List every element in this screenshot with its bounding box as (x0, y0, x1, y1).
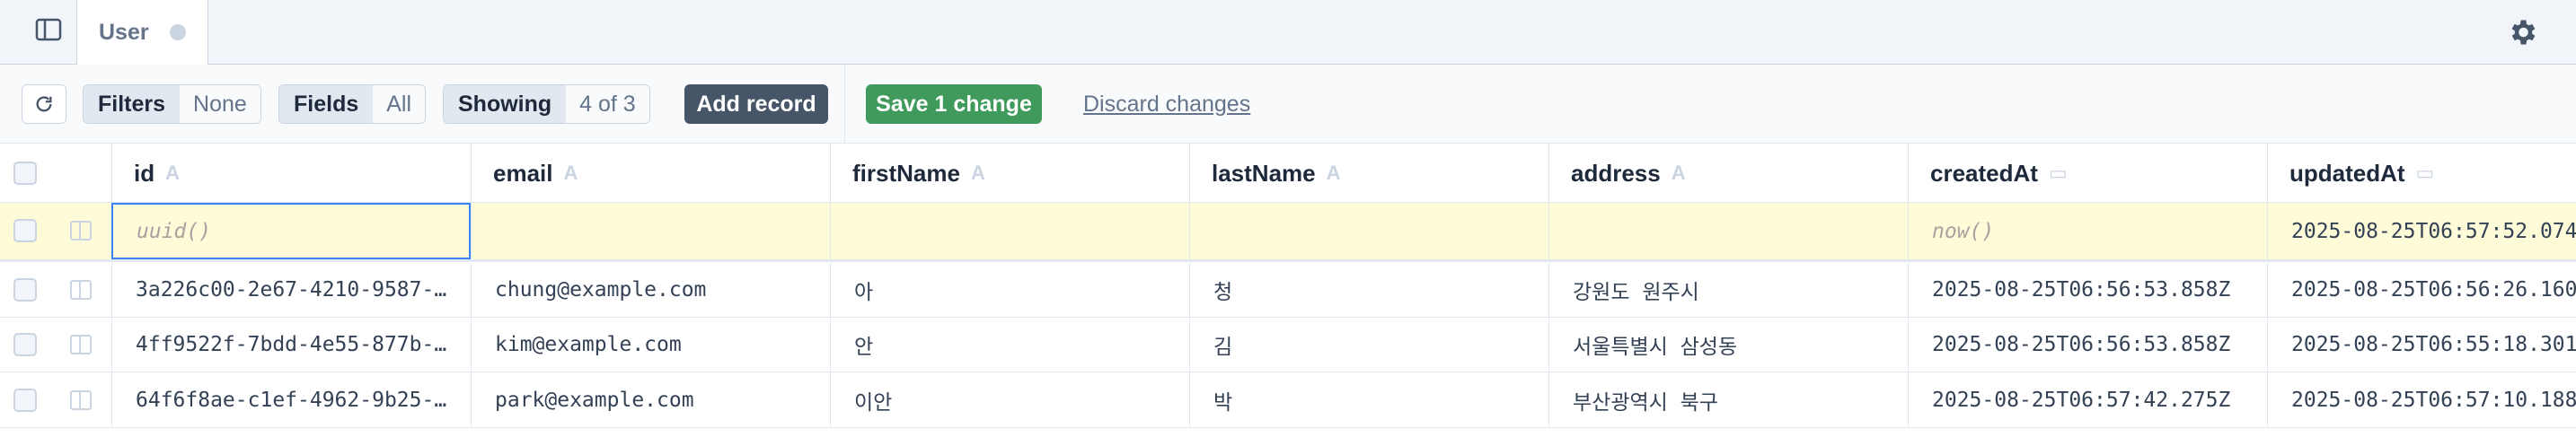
row-checkbox[interactable] (13, 389, 37, 412)
cell-firstname[interactable]: 이안 (830, 372, 1189, 427)
new-record-row: uuid() now() 2025-08-25T06:57:52.074Z (0, 203, 2576, 262)
cell-updatedat[interactable]: 2025-08-25T06:56:26.160Z (2267, 263, 2576, 317)
column-name: firstName (852, 159, 960, 187)
filters-button[interactable]: Filters None (83, 84, 261, 124)
text-type-icon: A (165, 162, 180, 184)
gear-icon[interactable] (2506, 16, 2538, 48)
cell-lastname[interactable] (1189, 203, 1548, 259)
column-name: createdAt (1930, 159, 2038, 187)
expand-row-icon[interactable] (70, 221, 92, 240)
cell-id[interactable]: 4ff9522f-7bdd-4e55-877b-… (111, 318, 471, 372)
cell-updatedat[interactable]: 2025-08-25T06:57:10.188Z (2267, 372, 2576, 427)
column-header-lastname[interactable]: lastName A (1189, 144, 1548, 203)
cell-address[interactable]: 서울특별시 삼성동 (1548, 318, 1908, 372)
cell-id[interactable]: 64f6f8ae-c1ef-4962-9b25-… (111, 372, 471, 427)
cell-firstname[interactable]: 아 (830, 263, 1189, 317)
discard-changes-link[interactable]: Discard changes (1083, 92, 1250, 118)
column-header-id[interactable]: id A (111, 144, 471, 203)
sidebar-toggle-icon[interactable] (32, 16, 65, 43)
toolbar: Filters None Fields All Showing 4 of 3 A… (0, 65, 2576, 144)
grid-header: id A email A firstName A lastName A address A… (0, 144, 2576, 203)
column-name: updatedAt (2289, 159, 2405, 187)
column-header-createdat[interactable]: createdAt ▭ (1908, 144, 2267, 203)
fields-button[interactable]: Fields All (278, 84, 427, 124)
showing-value: 4 of 3 (566, 85, 649, 123)
cell-id[interactable]: 3a226c00-2e67-4210-9587-… (111, 263, 471, 317)
cell-address[interactable]: 강원도 원주시 (1548, 263, 1908, 317)
column-name: address (1571, 159, 1661, 187)
row-checkbox[interactable] (13, 219, 37, 242)
tab-user[interactable]: User (76, 0, 208, 65)
column-header-address[interactable]: address A (1548, 144, 1908, 203)
column-name: lastName (1212, 159, 1316, 187)
column-header-email[interactable]: email A (471, 144, 830, 203)
select-all-checkbox[interactable] (13, 162, 37, 185)
toolbar-divider (844, 65, 845, 144)
fields-label: Fields (279, 85, 374, 123)
column-name: email (493, 159, 553, 187)
cell-createdat[interactable]: 2025-08-25T06:56:53.858Z (1908, 318, 2267, 372)
cell-email[interactable]: park@example.com (471, 372, 830, 427)
save-changes-button[interactable]: Save 1 change (866, 84, 1042, 124)
row-checkbox[interactable] (13, 278, 37, 302)
expand-row-icon[interactable] (70, 280, 92, 300)
cell-lastname[interactable]: 박 (1189, 372, 1548, 427)
filters-value: None (180, 85, 260, 123)
table-row: 4ff9522f-7bdd-4e55-877b-… kim@example.co… (0, 318, 2576, 372)
text-type-icon: A (970, 162, 985, 184)
cell-createdat[interactable]: 2025-08-25T06:57:42.275Z (1908, 372, 2267, 427)
tab-label: User (99, 19, 149, 45)
cell-address[interactable] (1548, 203, 1908, 259)
add-record-button[interactable]: Add record (684, 84, 828, 124)
cell-createdat[interactable]: 2025-08-25T06:56:53.858Z (1908, 263, 2267, 317)
cell-email[interactable] (471, 203, 830, 259)
showing-label: Showing (444, 85, 567, 123)
cell-address[interactable]: 부산광역시 북구 (1548, 372, 1908, 427)
refresh-button[interactable] (22, 84, 66, 124)
cell-updatedat[interactable]: 2025-08-25T06:55:18.301Z (2267, 318, 2576, 372)
cell-email[interactable]: kim@example.com (471, 318, 830, 372)
cell-updatedat[interactable]: 2025-08-25T06:57:52.074Z (2267, 203, 2576, 259)
showing-button[interactable]: Showing 4 of 3 (443, 84, 650, 124)
cell-createdat[interactable]: now() (1908, 203, 2267, 259)
filters-label: Filters (84, 85, 181, 123)
cell-firstname[interactable]: 안 (830, 318, 1189, 372)
table-row: 64f6f8ae-c1ef-4962-9b25-… park@example.c… (0, 372, 2576, 428)
unsaved-dot-icon[interactable] (170, 24, 186, 40)
refresh-icon (36, 96, 52, 112)
datetime-type-icon: ▭ (2415, 162, 2435, 184)
expand-row-icon[interactable] (70, 390, 92, 410)
expand-row-icon[interactable] (70, 335, 92, 354)
fields-value: All (373, 85, 426, 123)
text-type-icon: A (563, 162, 578, 184)
cell-firstname[interactable] (830, 203, 1189, 259)
tab-bar: User (0, 0, 2576, 65)
row-checkbox[interactable] (13, 333, 37, 356)
table-row: 3a226c00-2e67-4210-9587-… chung@example.… (0, 263, 2576, 318)
column-header-updatedat[interactable]: updatedAt ▭ (2267, 144, 2576, 203)
datetime-type-icon: ▭ (2048, 162, 2068, 184)
cell-lastname[interactable]: 김 (1189, 318, 1548, 372)
cell-id[interactable]: uuid() (111, 203, 471, 259)
column-header-firstname[interactable]: firstName A (830, 144, 1189, 203)
column-name: id (134, 159, 155, 187)
text-type-icon: A (1326, 162, 1341, 184)
text-type-icon: A (1671, 162, 1686, 184)
cell-email[interactable]: chung@example.com (471, 263, 830, 317)
cell-lastname[interactable]: 청 (1189, 263, 1548, 317)
